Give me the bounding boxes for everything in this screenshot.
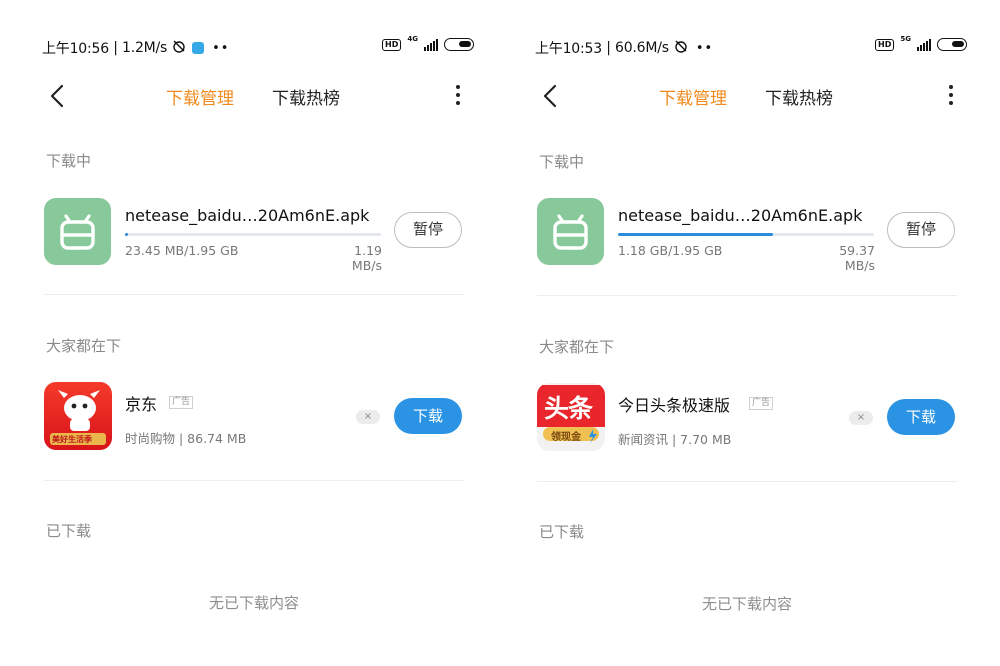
android-app-icon xyxy=(44,198,111,265)
divider xyxy=(44,294,464,295)
section-popular-title: 大家都在下 xyxy=(539,338,615,356)
notification-app-icon xyxy=(192,42,205,54)
section-downloading-title: 下载中 xyxy=(46,152,92,170)
recommended-app-name: 今日头条极速版 xyxy=(618,396,731,415)
section-downloading-title: 下载中 xyxy=(539,153,585,171)
signal-icon xyxy=(424,38,438,51)
dismiss-ad-button[interactable]: × xyxy=(849,411,873,425)
alarm-off-icon xyxy=(674,39,688,57)
pause-button[interactable]: 暂停 xyxy=(887,212,955,248)
more-notifications-icon: •• xyxy=(695,40,714,56)
battery-icon xyxy=(444,38,474,51)
battery-icon xyxy=(937,38,967,51)
tab-download-manager[interactable]: 下载管理 xyxy=(166,84,234,109)
more-notifications-icon: •• xyxy=(212,40,230,56)
status-bar: 上午10:53 | 60.6M/s •• HD 5G xyxy=(535,35,967,58)
status-time: 上午10:53 xyxy=(535,41,602,57)
status-bar: 上午10:56 | 1.2M/s •• HD 4G xyxy=(42,35,474,58)
section-downloaded-title: 已下载 xyxy=(46,522,92,540)
phone-screen-right: 上午10:53 | 60.6M/s •• HD 5G 下载管理 下载热榜 下载中 xyxy=(527,0,967,666)
screenshot-stage: 上午10:56 | 1.2M/s •• HD 4G 下载管理 下载热榜 下载中 xyxy=(0,0,1000,666)
hd-voice-icon: HD xyxy=(875,38,895,51)
divider xyxy=(537,295,957,296)
section-popular-title: 大家都在下 xyxy=(46,337,122,355)
recommended-app-meta: 时尚购物 | 86.74 MB xyxy=(125,431,247,446)
download-item: netease_baidu…20Am6nE.apk 23.45 MB/1.95 … xyxy=(44,196,464,273)
network-type-label: 4G xyxy=(407,35,418,43)
status-separator: | xyxy=(108,40,122,56)
download-file-name: netease_baidu…20Am6nE.apk xyxy=(618,206,863,225)
toutiao-icon-title: 头条 xyxy=(544,394,593,423)
download-speed: 1.19 MB/s xyxy=(351,243,382,273)
recommended-app-item[interactable]: 美好生活季 京东 广告 时尚购物 | 86.74 MB × 下载 xyxy=(44,382,464,452)
more-menu-icon[interactable] xyxy=(941,82,961,110)
download-progress-fill xyxy=(618,233,773,236)
signal-icon xyxy=(917,38,931,51)
tab-download-manager[interactable]: 下载管理 xyxy=(659,84,727,109)
status-separator: | xyxy=(601,40,615,56)
network-type-label: 5G xyxy=(900,35,911,43)
tab-download-ranking[interactable]: 下载热榜 xyxy=(765,84,833,109)
divider xyxy=(537,481,957,482)
download-progress-fill xyxy=(125,233,129,236)
download-size: 23.45 MB/1.95 GB xyxy=(125,243,239,258)
more-menu-icon[interactable] xyxy=(448,82,468,110)
download-button[interactable]: 下载 xyxy=(887,399,955,435)
phone-screen-left: 上午10:56 | 1.2M/s •• HD 4G 下载管理 下载热榜 下载中 xyxy=(34,0,474,666)
top-nav: 下载管理 下载热榜 xyxy=(527,80,967,112)
ad-badge: 广告 xyxy=(169,396,194,409)
recommended-app-meta: 新闻资讯 | 7.70 MB xyxy=(618,432,732,447)
status-right-icons: HD 5G xyxy=(875,35,967,51)
top-nav: 下载管理 下载热榜 xyxy=(34,80,474,112)
download-item: netease_baidu…20Am6nE.apk 1.18 GB/1.95 G… xyxy=(537,196,957,273)
download-button[interactable]: 下载 xyxy=(394,398,462,434)
jd-icon-caption: 美好生活季 xyxy=(52,435,92,444)
tab-download-ranking[interactable]: 下载热榜 xyxy=(272,84,340,109)
recommended-app-item[interactable]: 头条 领现金 今日头条极速版 广告 新闻资讯 | 7.70 MB × 下载 xyxy=(537,383,957,453)
status-speed: 1.2M/s xyxy=(121,40,168,56)
hd-voice-icon: HD xyxy=(382,38,402,51)
dismiss-ad-button[interactable]: × xyxy=(356,410,380,424)
back-icon[interactable] xyxy=(539,83,565,109)
jd-app-icon: 美好生活季 xyxy=(44,382,112,450)
back-icon[interactable] xyxy=(46,83,72,109)
status-time: 上午10:56 xyxy=(42,41,109,57)
status-speed: 60.6M/s xyxy=(614,40,669,56)
download-progress-bar xyxy=(125,233,381,236)
recommended-app-name: 京东 xyxy=(125,395,158,414)
alarm-off-icon xyxy=(172,39,186,57)
pause-button[interactable]: 暂停 xyxy=(394,212,462,248)
ad-badge: 广告 xyxy=(749,397,774,410)
divider xyxy=(44,480,464,481)
toutiao-icon-caption: 领现金 xyxy=(551,432,581,443)
toutiao-app-icon: 头条 领现金 xyxy=(537,383,605,451)
download-file-name: netease_baidu…20Am6nE.apk xyxy=(125,206,370,225)
download-speed: 59.37 MB/s xyxy=(839,243,875,273)
android-app-icon xyxy=(537,198,604,265)
empty-state-text: 无已下载内容 xyxy=(208,594,299,612)
download-size: 1.18 GB/1.95 GB xyxy=(618,243,723,258)
download-progress-bar xyxy=(618,233,874,236)
status-right-icons: HD 4G xyxy=(382,35,474,51)
section-downloaded-title: 已下载 xyxy=(539,523,585,541)
empty-state-text: 无已下载内容 xyxy=(701,595,792,613)
